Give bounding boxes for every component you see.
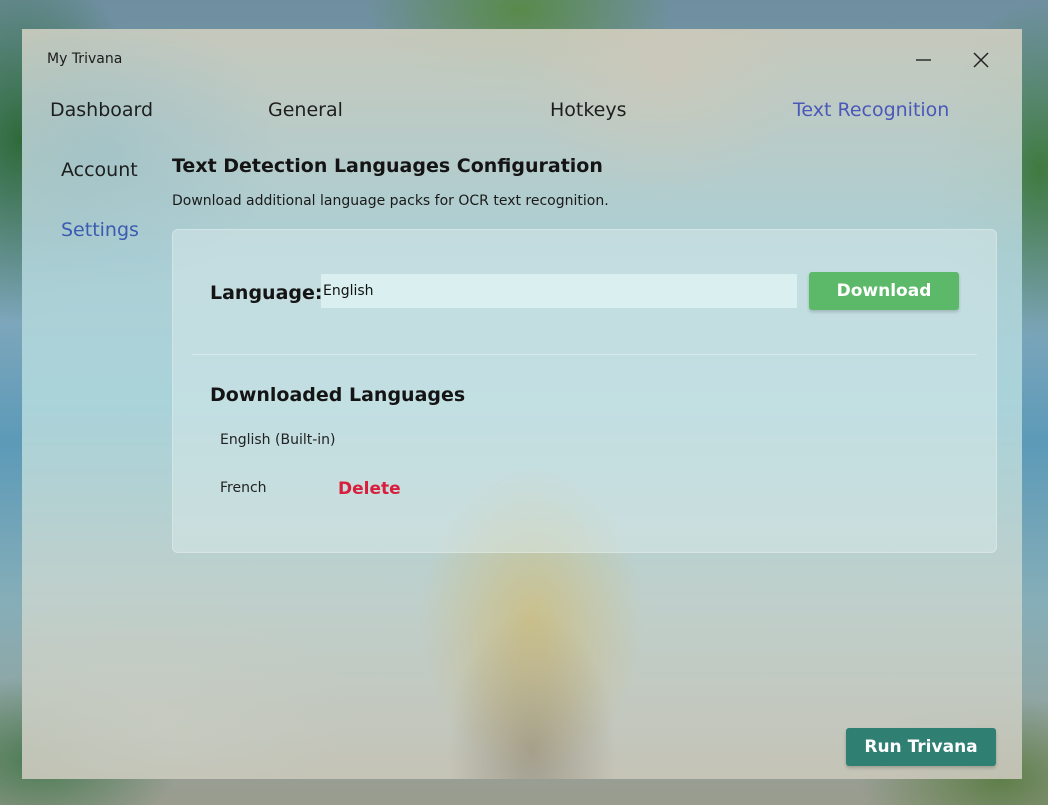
close-icon xyxy=(973,52,989,68)
sidebar-item-settings[interactable]: Settings xyxy=(61,219,139,241)
page-title: Text Detection Languages Configuration xyxy=(172,155,603,177)
close-button[interactable] xyxy=(966,47,996,73)
delete-french-button[interactable]: Delete xyxy=(338,479,401,499)
downloaded-language-english: English (Built-in) xyxy=(220,432,336,448)
language-config-card: Language: Download Downloaded Languages … xyxy=(172,229,997,553)
language-input[interactable] xyxy=(321,274,797,308)
section-divider xyxy=(192,354,977,355)
run-trivana-button[interactable]: Run Trivana xyxy=(846,728,996,766)
tab-text-recognition[interactable]: Text Recognition xyxy=(793,99,949,121)
downloaded-language-french: French xyxy=(220,480,267,496)
language-label: Language: xyxy=(210,282,323,304)
sidebar-item-account[interactable]: Account xyxy=(61,159,138,181)
tab-general[interactable]: General xyxy=(268,99,343,121)
minimize-button[interactable] xyxy=(908,47,938,73)
tab-dashboard[interactable]: Dashboard xyxy=(50,99,153,121)
page-subtitle: Download additional language packs for O… xyxy=(172,193,609,209)
window-title: My Trivana xyxy=(47,51,123,67)
download-button[interactable]: Download xyxy=(809,272,959,310)
tab-hotkeys[interactable]: Hotkeys xyxy=(550,99,627,121)
minimize-icon xyxy=(916,59,931,61)
app-window: My Trivana Dashboard General Hotkeys Tex… xyxy=(22,29,1022,779)
downloaded-languages-heading: Downloaded Languages xyxy=(210,384,466,406)
